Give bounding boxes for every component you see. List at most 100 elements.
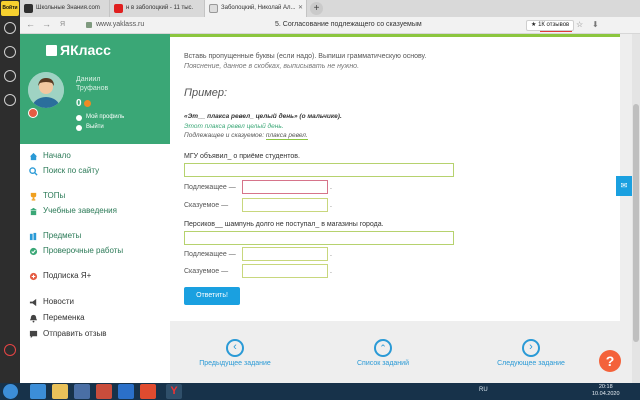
yandex-favicon-icon bbox=[114, 4, 123, 13]
new-tab-button[interactable]: + bbox=[310, 2, 323, 15]
question-1-text: МГУ объявил_ о приёме студентов. bbox=[184, 153, 300, 160]
sidebar-item-subjects[interactable]: Предметы bbox=[29, 230, 81, 242]
wikipedia-favicon-icon bbox=[209, 4, 218, 13]
download-icon[interactable]: ⬇ bbox=[592, 20, 599, 29]
zen-icon[interactable] bbox=[4, 94, 16, 106]
chevron-up-icon: ⌃ bbox=[374, 339, 392, 357]
task-note: Пояснение, данное в скобках, выписывать … bbox=[184, 63, 360, 70]
example-hint-prefix: Подлежащее и сказуемое: bbox=[184, 132, 265, 139]
yaklass-logo-icon bbox=[46, 45, 57, 56]
question-1-predicate-input[interactable] bbox=[242, 198, 328, 212]
next-task-label: Следующее задание bbox=[497, 360, 565, 367]
school-icon bbox=[29, 207, 38, 216]
logout-icon bbox=[76, 125, 82, 131]
ie-icon[interactable] bbox=[30, 384, 46, 399]
sidebar-item-tops[interactable]: ТОПы bbox=[29, 190, 65, 202]
site-sidebar: ЯКласс Даниил Труфанов 0 Мой профиль Вый… bbox=[20, 34, 170, 383]
yandex-home-icon[interactable]: Я bbox=[60, 21, 65, 28]
start-button-icon[interactable] bbox=[3, 384, 18, 399]
check-icon bbox=[29, 247, 38, 256]
help-button[interactable]: ? bbox=[599, 350, 621, 372]
books-icon bbox=[29, 232, 37, 241]
yandex-login-badge[interactable]: Войти bbox=[1, 1, 19, 16]
sidebar-item-feedback[interactable]: Отправить отзыв bbox=[29, 328, 107, 340]
user-name[interactable]: Даниил Труфанов bbox=[76, 75, 108, 93]
question-1-subject-input[interactable] bbox=[242, 180, 328, 194]
tab-bar: Школьные Знания.com н в заболоцкий - 11 … bbox=[20, 0, 640, 17]
url-field[interactable]: www.yaklass.ru bbox=[96, 21, 144, 28]
question-1-predicate-label: Сказуемое — bbox=[184, 202, 229, 209]
example-hint-answer: плакса ревел. bbox=[265, 132, 308, 140]
star-icon: ★ bbox=[531, 22, 537, 28]
task-list-link[interactable]: ⌃ Список заданий bbox=[333, 339, 433, 367]
clock-time: 20:18 bbox=[598, 384, 613, 390]
reviews-button[interactable]: ★ 1К отзывов bbox=[526, 20, 575, 31]
my-profile-link[interactable]: Мой профиль bbox=[86, 114, 124, 120]
task-instruction: Вставь пропущенные буквы (если надо). Вы… bbox=[184, 53, 427, 60]
tab-znanija[interactable]: Школьные Знания.com bbox=[20, 0, 110, 17]
word-icon[interactable] bbox=[118, 384, 134, 399]
yandex-browser-icon[interactable]: Y bbox=[166, 384, 182, 399]
prev-task-label: Предыдущее задание bbox=[199, 360, 271, 367]
messenger-icon[interactable] bbox=[4, 22, 16, 34]
avatar[interactable] bbox=[28, 72, 64, 108]
example-sentence: «Эт__ плакса ревел_ целый день» (о мальч… bbox=[184, 113, 342, 120]
points-coin-icon bbox=[84, 100, 91, 107]
avatar-icon bbox=[28, 72, 64, 108]
question-2-sentence-input[interactable] bbox=[184, 231, 454, 245]
submit-answer-button[interactable]: Ответить! bbox=[184, 287, 240, 305]
logout-link[interactable]: Выйти bbox=[86, 124, 104, 130]
site-logo[interactable]: ЯКласс bbox=[60, 42, 111, 58]
sidebar-item-subscription[interactable]: Подписка Я+ bbox=[29, 270, 91, 282]
folder-icon[interactable] bbox=[52, 384, 68, 399]
clock-date: 10.04.2020 bbox=[592, 391, 620, 397]
sidebar-item-home[interactable]: Начало bbox=[29, 150, 71, 162]
mail-icon[interactable]: ✉ bbox=[616, 176, 632, 196]
search-icon bbox=[29, 167, 38, 176]
question-1-predicate-dot: . bbox=[330, 202, 332, 209]
browser-side-panel: Войти bbox=[0, 0, 20, 383]
forward-icon[interactable]: → bbox=[42, 19, 51, 29]
sidebar-item-search[interactable]: Поиск по сайту bbox=[29, 165, 99, 177]
music-icon[interactable] bbox=[4, 70, 16, 82]
bookmark-icon[interactable]: ☆ bbox=[576, 20, 583, 29]
profile-icon bbox=[76, 115, 82, 121]
chevron-left-icon: ‹ bbox=[226, 339, 244, 357]
bell-icon bbox=[29, 314, 38, 323]
office-icon[interactable] bbox=[96, 384, 112, 399]
keyboard-language[interactable]: RU bbox=[479, 387, 488, 393]
record-icon[interactable] bbox=[4, 344, 16, 356]
prev-task-link[interactable]: ‹ Предыдущее задание bbox=[185, 339, 285, 367]
sidebar-header: ЯКласс Даниил Труфанов 0 Мой профиль Вый… bbox=[20, 34, 170, 144]
scroll-thumb[interactable] bbox=[633, 104, 639, 342]
question-1-sentence-input[interactable] bbox=[184, 163, 454, 177]
question-2-predicate-dot: . bbox=[330, 268, 332, 275]
alice-icon[interactable] bbox=[4, 46, 16, 58]
next-task-link[interactable]: › Следующее задание bbox=[481, 339, 581, 367]
clock[interactable]: 20:18 10.04.2020 bbox=[592, 384, 620, 398]
sidebar-item-break[interactable]: Переменка bbox=[29, 312, 85, 324]
task-list-label: Список заданий bbox=[356, 360, 409, 367]
back-icon[interactable]: ← bbox=[26, 19, 35, 29]
plus-icon bbox=[29, 272, 38, 281]
question-2-subject-input[interactable] bbox=[242, 247, 328, 261]
example-hint: Подлежащее и сказуемое: плакса ревел. bbox=[184, 132, 308, 140]
windows-taskbar: Y RU 20:18 10.04.2020 bbox=[0, 383, 640, 400]
page-scrollbar[interactable] bbox=[632, 34, 640, 383]
sidebar-item-news[interactable]: Новости bbox=[29, 296, 74, 308]
sidebar-item-tests[interactable]: Проверочные работы bbox=[29, 245, 123, 257]
main-content: Вставь пропущенные буквы (если надо). Вы… bbox=[170, 34, 632, 383]
achievement-badge-icon bbox=[28, 108, 38, 118]
sidebar-item-schools[interactable]: Учебные заведения bbox=[29, 205, 117, 217]
question-2-predicate-input[interactable] bbox=[242, 264, 328, 278]
card-top-strip bbox=[170, 34, 620, 37]
yandex-app-icon[interactable] bbox=[140, 384, 156, 399]
tab-wikipedia[interactable]: Заболоцкий, Николай Ал... ✕ bbox=[205, 0, 307, 17]
reviews-underline bbox=[540, 31, 572, 32]
chevron-right-icon: › bbox=[522, 339, 540, 357]
page-title: 5. Согласование подлежащего со сказуемым bbox=[275, 21, 422, 28]
close-tab-icon[interactable]: ✕ bbox=[298, 0, 303, 17]
media-icon[interactable] bbox=[74, 384, 90, 399]
tab-yandex-search[interactable]: н в заболоцкий - 11 тыс. bbox=[110, 0, 205, 17]
feedback-icon bbox=[29, 330, 38, 339]
